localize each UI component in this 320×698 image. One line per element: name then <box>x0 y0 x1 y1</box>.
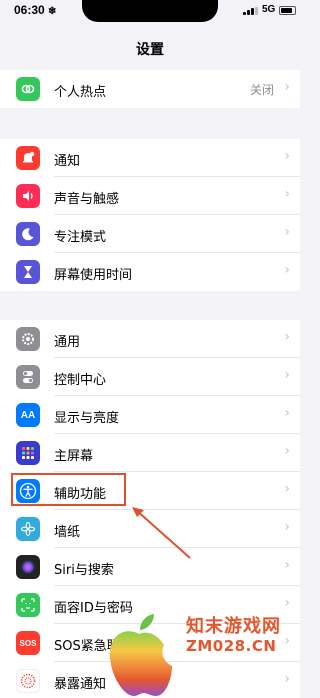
grid-icon <box>16 441 40 465</box>
row-label: 暴露通知 <box>54 677 107 692</box>
row-label: 专注模式 <box>54 230 107 245</box>
row-label: 通用 <box>54 335 81 350</box>
chevron-right-icon: › <box>284 186 290 202</box>
watermark-url: ZM028.CN <box>186 637 277 655</box>
settings-row-sounds[interactable]: 声音与触感 › <box>0 177 300 215</box>
row-label: 控制中心 <box>54 373 107 388</box>
row-label: 主屏幕 <box>54 449 94 464</box>
speaker-icon <box>16 184 40 208</box>
moon-icon <box>16 222 40 246</box>
hotspot-icon <box>16 77 40 101</box>
chevron-right-icon: › <box>284 519 290 535</box>
chevron-right-icon: › <box>284 405 290 421</box>
bell-icon <box>16 146 40 170</box>
settings-row-notifications[interactable]: 通知 › <box>0 139 300 177</box>
hourglass-icon <box>16 260 40 284</box>
chevron-right-icon: › <box>284 329 290 345</box>
settings-row-focus[interactable]: 专注模式 › <box>0 215 300 253</box>
chevron-right-icon: › <box>284 595 290 611</box>
watermark-apple-logo <box>109 614 172 696</box>
settings-row-general[interactable]: 通用 › <box>0 320 300 358</box>
gear-icon <box>16 327 40 351</box>
watermark-text: 知末游戏网 <box>186 616 281 637</box>
page-title: 设置 <box>136 42 164 58</box>
network-label: 5G <box>262 4 276 15</box>
chevron-right-icon: › <box>284 671 290 687</box>
row-label: 个人热点 <box>54 85 107 100</box>
siri-icon <box>16 555 40 579</box>
chevron-right-icon: › <box>284 481 290 497</box>
chevron-right-icon: › <box>284 262 290 278</box>
chevron-right-icon: › <box>284 79 290 95</box>
settings-group-connectivity: 个人热点 关闭 › <box>0 70 300 108</box>
status-time: 06:30 ❄ <box>14 3 57 17</box>
notch <box>82 0 218 22</box>
chevron-right-icon: › <box>284 443 290 459</box>
chevron-right-icon: › <box>284 633 290 649</box>
chevron-right-icon: › <box>284 224 290 240</box>
settings-row-home-screen[interactable]: 主屏幕 › <box>0 434 300 472</box>
row-label: 通知 <box>54 154 81 169</box>
aa-icon: AA <box>16 403 40 427</box>
settings-row-display[interactable]: AA 显示与亮度 › <box>0 396 300 434</box>
flower-icon <box>16 517 40 541</box>
sos-icon: SOS <box>16 631 40 655</box>
settings-group-notifications: 通知 › 声音与触感 › 专注模式 › 屏幕使用时间 › <box>0 139 300 291</box>
annotation-arrow-icon <box>132 507 191 559</box>
row-label: 屏幕使用时间 <box>54 268 133 283</box>
signal-icon <box>243 7 259 15</box>
chevron-right-icon: › <box>284 557 290 573</box>
status-bar: 06:30 ❄ 5G <box>0 0 300 22</box>
highlight-box <box>11 473 126 506</box>
settings-row-hotspot[interactable]: 个人热点 关闭 › <box>0 70 300 108</box>
battery-icon <box>279 6 296 15</box>
chevron-right-icon: › <box>284 148 290 164</box>
exposure-icon <box>16 669 40 693</box>
row-label: 声音与触感 <box>54 192 120 207</box>
row-label: 墙纸 <box>54 525 81 540</box>
settings-row-control-center[interactable]: 控制中心 › <box>0 358 300 396</box>
row-value: 关闭 <box>249 83 274 97</box>
row-label: Siri与搜索 <box>54 563 114 578</box>
row-label: 显示与亮度 <box>54 411 120 426</box>
toggles-icon <box>16 365 40 389</box>
settings-row-screen-time[interactable]: 屏幕使用时间 › <box>0 253 300 291</box>
faceid-icon <box>16 593 40 617</box>
chevron-right-icon: › <box>284 367 290 383</box>
